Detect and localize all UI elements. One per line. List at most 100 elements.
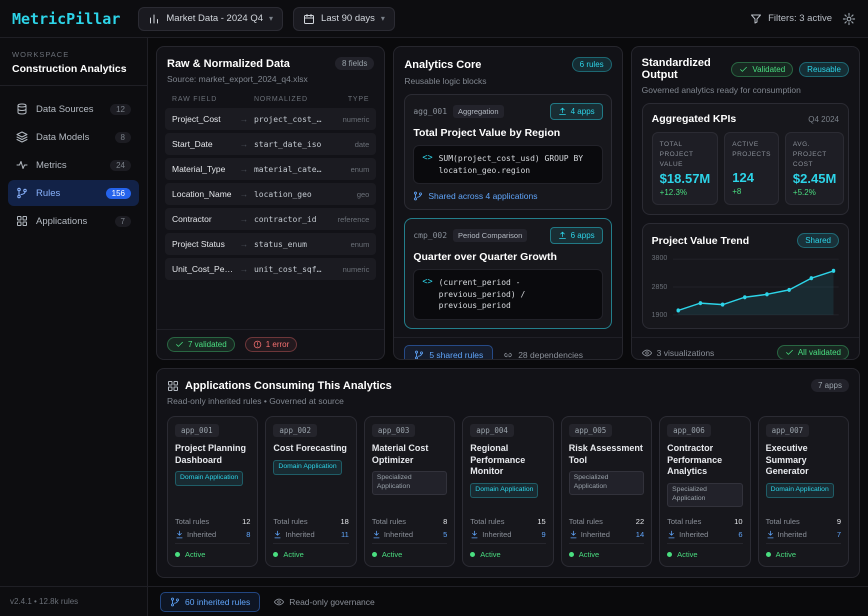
sidebar-item-count: 8	[115, 132, 131, 143]
rule-id: agg_001	[413, 107, 447, 116]
application-card[interactable]: app_005 Risk Assessment Tool Specialized…	[561, 416, 652, 567]
app-name: Material Cost Optimizer	[372, 443, 447, 466]
inherited-row: Inherited7	[766, 530, 841, 539]
apps-panel-title: Applications Consuming This Analytics	[185, 380, 392, 392]
arrow-right-icon: →	[238, 264, 250, 274]
app-status: Active	[175, 543, 250, 559]
field-type: enum	[327, 165, 369, 174]
rule-tag: Period Comparison	[453, 229, 527, 242]
status-dot	[175, 552, 180, 557]
share-icon	[558, 231, 567, 240]
field-row[interactable]: Material_Type → material_category enum	[165, 158, 376, 180]
status-label: Active	[776, 550, 796, 559]
settings-button[interactable]	[842, 12, 856, 26]
app-id-badge: app_002	[273, 424, 317, 437]
sidebar-item[interactable]: Data Models 8	[8, 124, 139, 150]
field-row[interactable]: Project_Cost → project_cost_usd numeric	[165, 108, 376, 130]
kpi-label: AVG. PROJECT COST	[793, 140, 836, 169]
field-row[interactable]: Unit_Cost_Per_SqFt → unit_cost_sqft_usd …	[165, 258, 376, 280]
normalized-field-name: unit_cost_sqft_usd	[254, 265, 323, 274]
layers-icon	[16, 131, 28, 143]
trend-card-title: Project Value Trend	[652, 235, 749, 247]
app-id-badge: app_004	[470, 424, 514, 437]
sidebar-item[interactable]: Rules 156	[8, 180, 139, 206]
field-row[interactable]: Location_Name → location_geo geo	[165, 183, 376, 205]
rule-code-block: <> SUM(project_cost_usd) GROUP BY locati…	[413, 145, 602, 184]
raw-panel-title: Raw & Normalized Data	[167, 58, 290, 70]
eye-icon	[274, 597, 284, 607]
application-card[interactable]: app_001 Project Planning Dashboard Domai…	[167, 416, 258, 567]
dataset-dropdown-label: Market Data - 2024 Q4	[166, 13, 263, 24]
raw-field-name: Start_Date	[172, 139, 234, 149]
output-panel-title: Standardized Output	[642, 57, 726, 81]
total-rules-row: Total rules22	[569, 517, 644, 526]
field-type: numeric	[327, 265, 369, 274]
status-dot	[273, 552, 278, 557]
daterange-dropdown[interactable]: Last 90 days ▾	[293, 7, 395, 31]
total-rules-row: Total rules8	[372, 517, 447, 526]
total-rules-value: 22	[636, 517, 644, 526]
inherited-rules-button[interactable]: 60 inherited rules	[160, 592, 260, 612]
reusable-badge: Reusable	[799, 62, 849, 77]
logic-card[interactable]: agg_001 Aggregation 4 apps Total Project…	[404, 94, 611, 210]
inherited-value: 6	[738, 530, 742, 539]
git-branch-icon	[413, 191, 423, 201]
filters-indicator[interactable]: Filters: 3 active	[750, 13, 832, 25]
total-rules-row: Total rules12	[175, 517, 250, 526]
app-id-badge: app_003	[372, 424, 416, 437]
kpi-box: TOTAL PROJECT VALUE $18.57M +12.3%	[652, 132, 719, 205]
field-type: geo	[327, 190, 369, 199]
share-icon	[558, 107, 567, 116]
chevron-down-icon: ▾	[381, 14, 385, 23]
error-badge[interactable]: 1 error	[245, 337, 298, 352]
field-row[interactable]: Project Status → status_enum enum	[165, 233, 376, 255]
sidebar-item-label: Data Sources	[36, 104, 94, 115]
total-rules-row: Total rules9	[766, 517, 841, 526]
raw-field-name: Project Status	[172, 239, 234, 249]
validated-badge: 7 validated	[167, 337, 235, 352]
standardized-output-panel: Standardized Output Validated Reusable G…	[631, 46, 860, 360]
app-status: Active	[470, 543, 545, 559]
shared-badge: Shared	[797, 233, 839, 248]
application-card[interactable]: app_007 Executive Summary Generator Doma…	[758, 416, 849, 567]
inherit-arrow-icon	[766, 530, 775, 539]
sidebar-item[interactable]: Data Sources 12	[8, 96, 139, 122]
sidebar-item[interactable]: Applications 7	[8, 208, 139, 234]
shared-rules-button[interactable]: 5 shared rules	[404, 345, 493, 360]
arrow-right-icon: →	[238, 239, 250, 249]
total-rules-value: 8	[443, 517, 447, 526]
sidebar-item[interactable]: Metrics 24	[8, 152, 139, 178]
rule-expression: SUM(project_cost_usd) GROUP BY location_…	[439, 153, 594, 176]
logic-card[interactable]: cmp_002 Period Comparison 6 apps Quarter…	[404, 218, 611, 329]
topbar: MetricPillar Market Data - 2024 Q4 ▾ Las…	[0, 0, 868, 38]
inherited-row: Inherited8	[175, 530, 250, 539]
app-status: Active	[569, 543, 644, 559]
total-rules-row: Total rules10	[667, 517, 742, 526]
visualizations-label: 3 visualizations	[642, 348, 715, 358]
field-row[interactable]: Contractor → contractor_id reference	[165, 208, 376, 230]
application-card[interactable]: app_002 Cost Forecasting Domain Applicat…	[265, 416, 356, 567]
application-card[interactable]: app_003 Material Cost Optimizer Speciali…	[364, 416, 455, 567]
rule-apps-button[interactable]: 4 apps	[550, 103, 603, 120]
field-row[interactable]: Start_Date → start_date_iso date	[165, 133, 376, 155]
dataset-dropdown[interactable]: Market Data - 2024 Q4 ▾	[138, 7, 283, 31]
app-status: Active	[667, 543, 742, 559]
application-card[interactable]: app_004 Regional Performance Monitor Dom…	[462, 416, 553, 567]
apps-count-badge: 7 apps	[811, 379, 849, 392]
total-rules-row: Total rules15	[470, 517, 545, 526]
sidebar-item-count: 12	[110, 104, 131, 115]
inherited-row: Inherited14	[569, 530, 644, 539]
kpi-value: $2.45M	[793, 171, 836, 186]
application-card[interactable]: app_006 Contractor Performance Analytics…	[659, 416, 750, 567]
output-subtitle: Governed analytics ready for consumption	[632, 83, 859, 103]
rule-apps-button[interactable]: 6 apps	[550, 227, 603, 244]
filter-icon	[750, 13, 762, 25]
rule-tag: Aggregation	[453, 105, 503, 118]
logic-cards: agg_001 Aggregation 4 apps Total Project…	[394, 94, 621, 337]
app-name: Risk Assessment Tool	[569, 443, 644, 466]
app-name: Regional Performance Monitor	[470, 443, 545, 478]
analytics-subtitle: Reusable logic blocks	[394, 74, 621, 94]
workspace-name: Construction Analytics	[12, 63, 135, 75]
inherited-value: 11	[341, 530, 349, 539]
inherit-arrow-icon	[372, 530, 381, 539]
